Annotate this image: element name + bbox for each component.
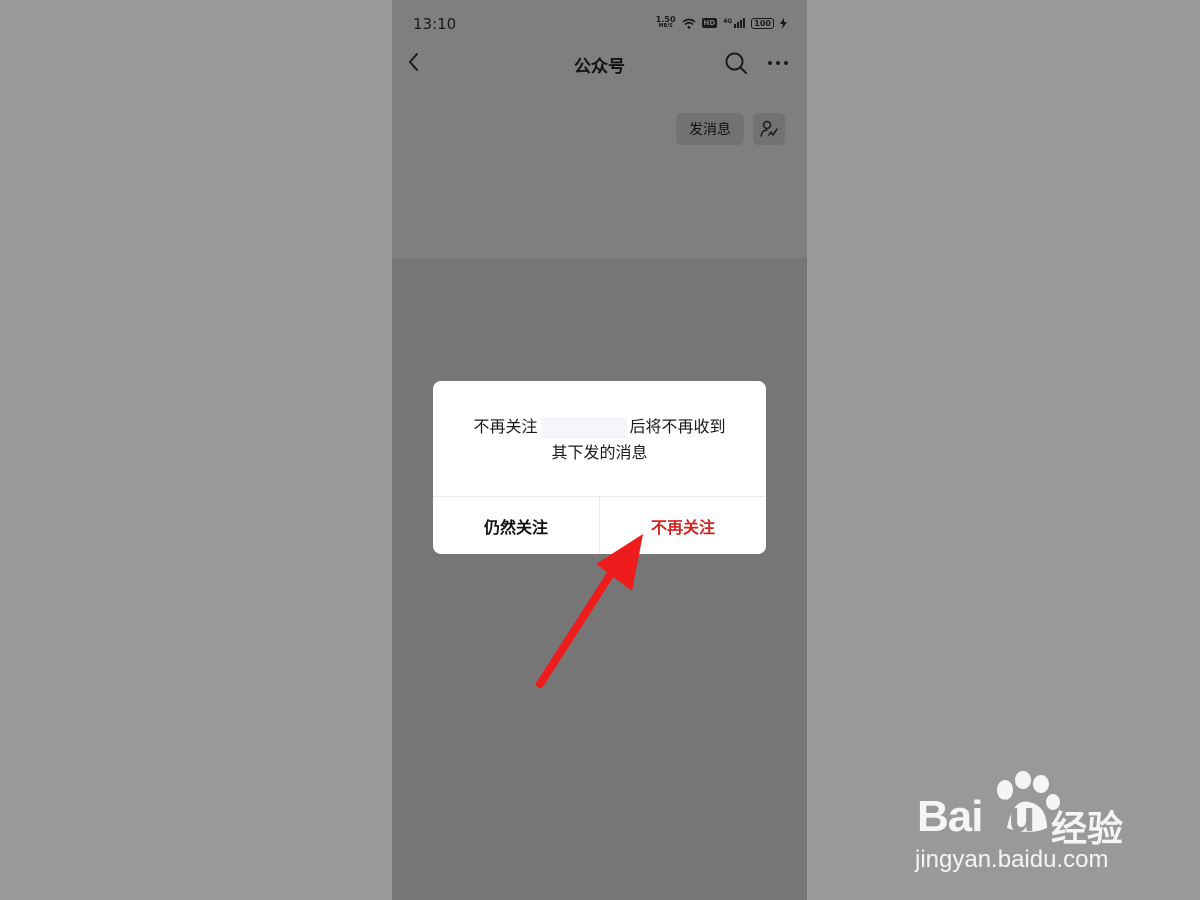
signature-button[interactable]: [753, 113, 785, 145]
wifi-icon: [682, 18, 696, 29]
account-header: 13:10 1.50 MB/S HD 4G 100 公众号 发消息: [392, 0, 807, 258]
nav-bar: 公众号: [392, 42, 807, 84]
dialog-message-after: 后将不再收到: [629, 417, 726, 436]
send-message-button[interactable]: 发消息: [676, 113, 744, 145]
signature-icon: [760, 120, 778, 137]
charging-icon: [780, 17, 787, 29]
more-options-icon[interactable]: [765, 50, 791, 76]
net-speed: 1.50 MB/S: [656, 16, 676, 30]
search-icon[interactable]: [723, 50, 749, 76]
dialog-message: 不再关注 后将不再收到 其下发的消息: [433, 414, 766, 466]
net-speed-value: 1.50: [655, 15, 676, 24]
status-bar: 13:10 1.50 MB/S HD 4G 100: [392, 0, 807, 48]
baidu-brand-cn: 经验: [1051, 809, 1124, 850]
baidu-brand-b: du: [982, 792, 1035, 841]
baidu-brand-a: Bai: [917, 792, 983, 841]
status-time: 13:10: [413, 15, 457, 33]
baidu-brand: Baidu: [917, 792, 1035, 842]
signal-icon: 4G: [723, 18, 746, 28]
status-icons: 1.50 MB/S HD 4G 100: [656, 16, 787, 30]
watermark-url: jingyan.baidu.com: [915, 846, 1109, 873]
redacted-account-name: [540, 416, 627, 439]
hd-badge: HD: [701, 18, 718, 28]
baidu-watermark: Baidu 经验 jingyan.baidu.com: [915, 770, 1145, 880]
dialog-message-line1: 不再关注 后将不再收到: [433, 414, 766, 440]
net-speed-unit: MB/S: [658, 23, 673, 29]
battery-icon: 100: [751, 17, 774, 29]
annotation-arrow-icon: [536, 534, 643, 688]
dialog-message-before: 不再关注: [473, 417, 538, 436]
signal-label: 4G: [723, 18, 733, 25]
dialog-message-line2: 其下发的消息: [551, 443, 648, 462]
